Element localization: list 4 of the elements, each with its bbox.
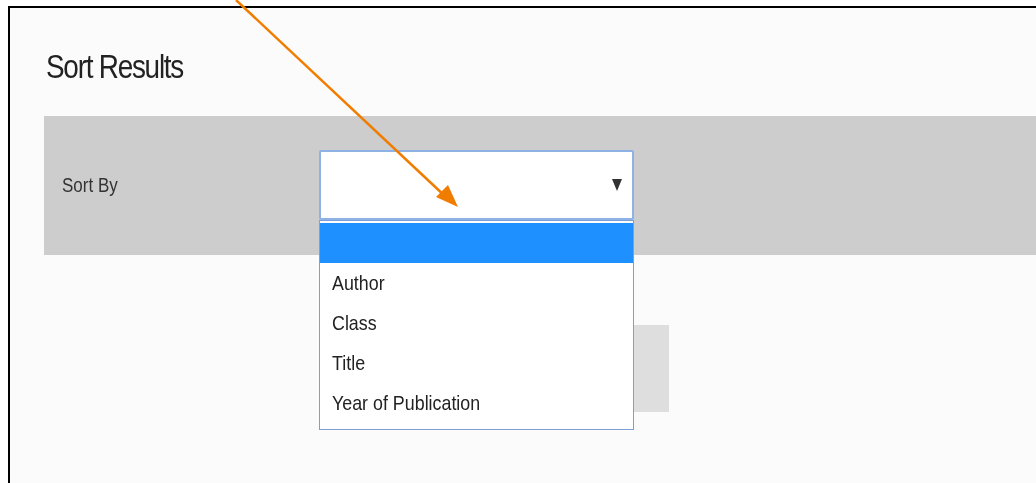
sort-select[interactable]: [319, 150, 634, 220]
sort-by-label: Sort By: [62, 174, 119, 197]
caret-icon: [612, 178, 622, 192]
page-title: Sort Results: [46, 46, 184, 86]
